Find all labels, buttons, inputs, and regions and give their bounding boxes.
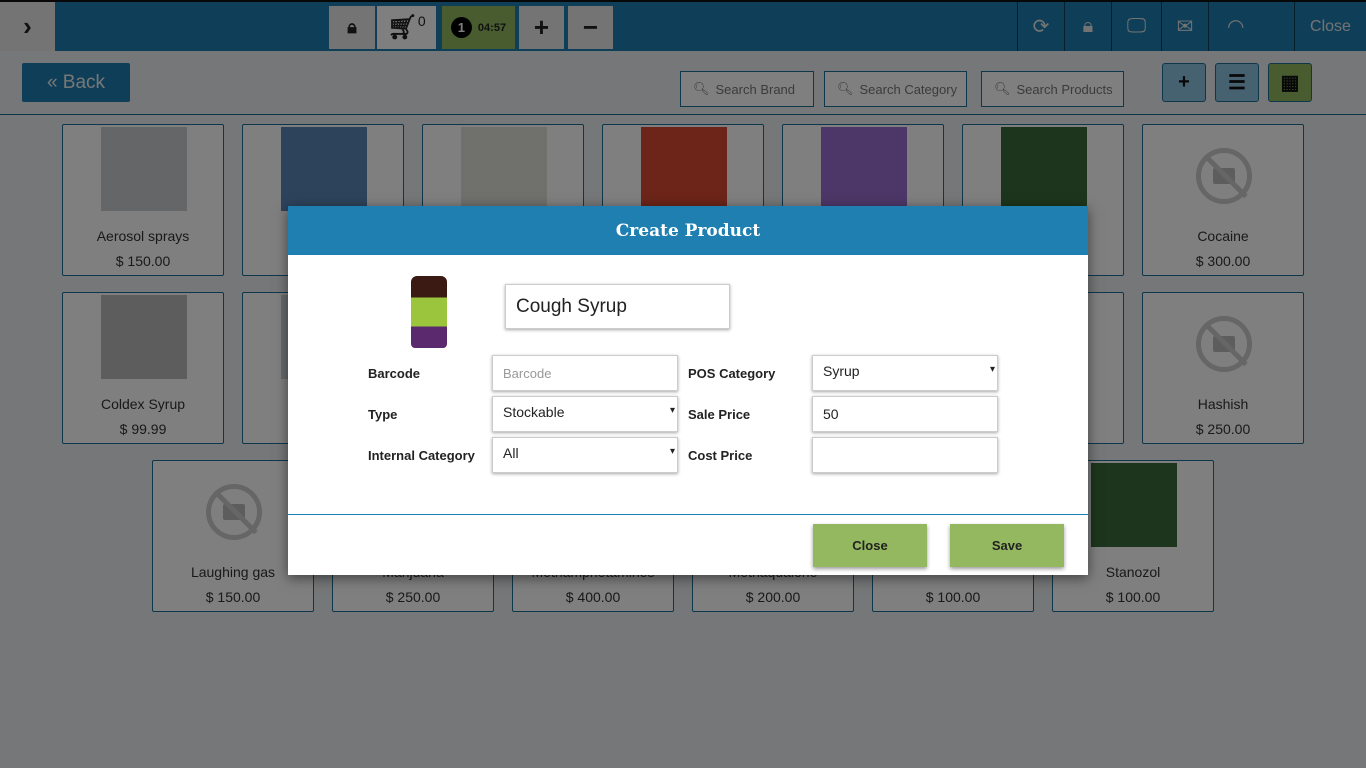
barcode-input[interactable]: Barcode: [492, 355, 678, 391]
cost-price-label: Cost Price: [688, 448, 753, 463]
pos-category-select[interactable]: Syrup: [812, 355, 998, 391]
product-name-input[interactable]: Cough Syrup: [505, 284, 730, 329]
modal-divider: [288, 514, 1088, 515]
sale-price-input[interactable]: 50: [812, 396, 998, 432]
internal-category-select[interactable]: All: [492, 437, 678, 473]
modal-save-button[interactable]: Save: [950, 524, 1064, 567]
create-product-modal: Create Product Cough Syrup Barcode Barco…: [288, 206, 1088, 575]
cost-price-input[interactable]: [812, 437, 998, 473]
type-label: Type: [368, 407, 398, 422]
modal-close-button[interactable]: Close: [813, 524, 927, 567]
pos-category-label: POS Category: [688, 366, 776, 381]
type-select[interactable]: Stockable: [492, 396, 678, 432]
internal-category-label: Internal Category: [368, 448, 475, 463]
product-image[interactable]: [411, 276, 447, 348]
barcode-label: Barcode: [368, 366, 421, 381]
sale-price-label: Sale Price: [688, 407, 751, 422]
modal-title: Create Product: [288, 206, 1088, 255]
